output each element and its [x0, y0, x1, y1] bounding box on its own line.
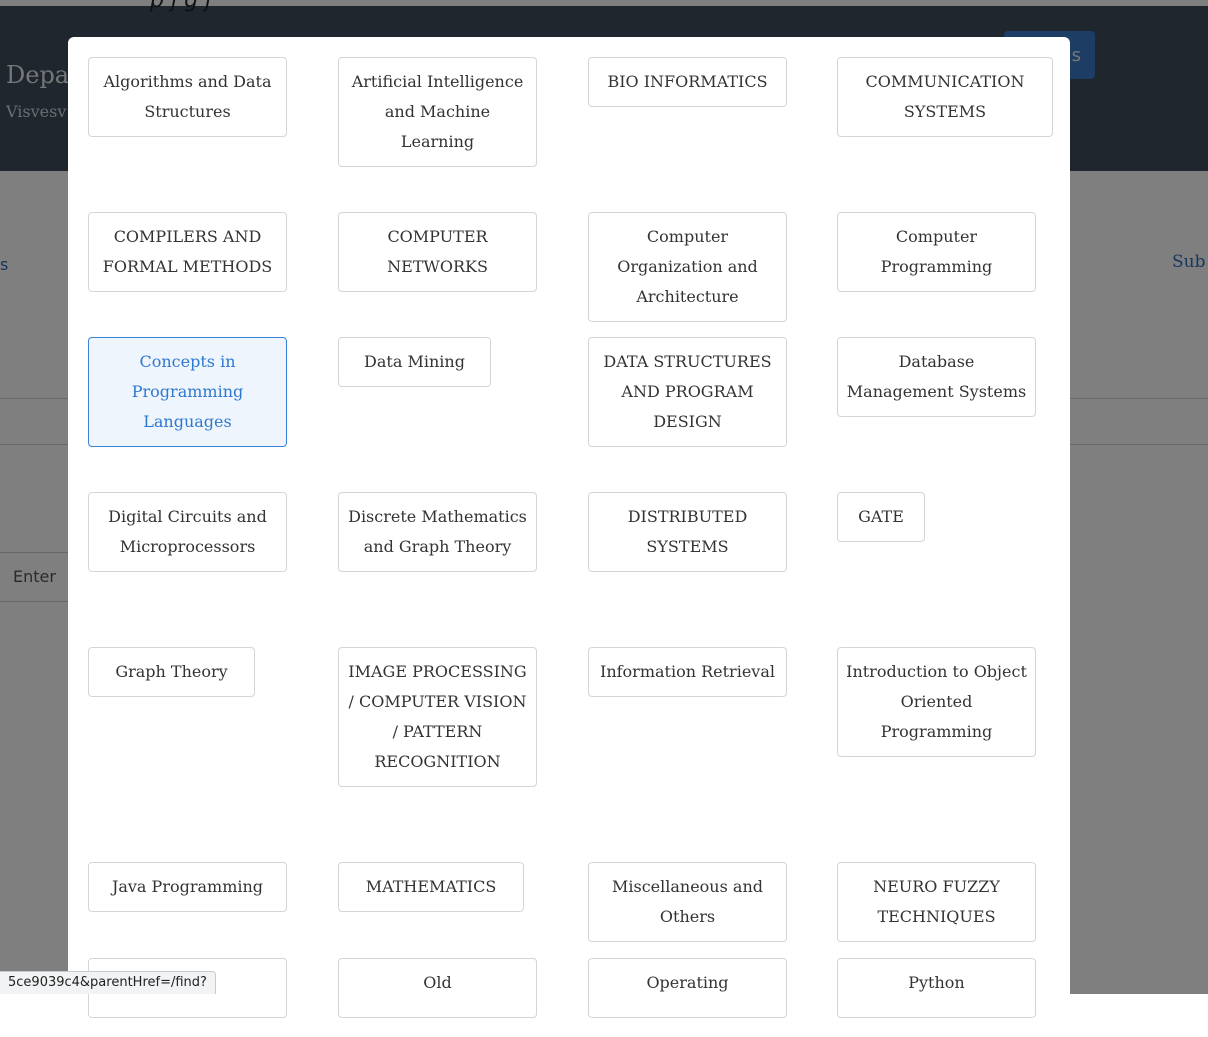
subject-tag[interactable]: Concepts in Programming Languages — [88, 337, 287, 447]
subject-tag[interactable]: Digital Circuits and Microprocessors — [88, 492, 287, 572]
subject-tag[interactable]: NEURO FUZZY TECHNIQUES — [837, 862, 1036, 942]
subject-tag[interactable]: Database Management Systems — [837, 337, 1036, 417]
subject-tag[interactable]: COMPILERS AND FORMAL METHODS — [88, 212, 287, 292]
subject-tag[interactable]: Graph Theory — [88, 647, 255, 697]
subject-tag[interactable]: Artificial Intelligence and Machine Lear… — [338, 57, 537, 167]
subject-tag[interactable]: Computer Organization and Architecture — [588, 212, 787, 322]
subject-tag[interactable]: MATHEMATICS — [338, 862, 524, 912]
subject-tag[interactable]: Old — [338, 958, 537, 1018]
subject-tag[interactable]: GATE — [837, 492, 925, 542]
subject-tag[interactable]: Information Retrieval — [588, 647, 787, 697]
subject-tag[interactable]: Data Mining — [338, 337, 491, 387]
subject-tag[interactable]: Miscellaneous and Others — [588, 862, 787, 942]
subject-tag[interactable]: Algorithms and Data Structures — [88, 57, 287, 137]
subject-tag[interactable]: Computer Programming — [837, 212, 1036, 292]
subject-tag[interactable]: DISTRIBUTED SYSTEMS — [588, 492, 787, 572]
subject-tag[interactable]: BIO INFORMATICS — [588, 57, 787, 107]
subject-tag[interactable]: Discrete Mathematics and Graph Theory — [338, 492, 537, 572]
subject-tag[interactable]: IMAGE PROCESSING / COMPUTER VISION / PAT… — [338, 647, 537, 787]
subject-tag[interactable]: Java Programming — [88, 862, 287, 912]
subject-tag[interactable]: Python — [837, 958, 1036, 1018]
subject-tag[interactable]: Introduction to Object Oriented Programm… — [837, 647, 1036, 757]
subject-tag[interactable]: Operating — [588, 958, 787, 1018]
subject-tag[interactable]: DATA STRUCTURES AND PROGRAM DESIGN — [588, 337, 787, 447]
subject-tag[interactable]: COMPUTER NETWORKS — [338, 212, 537, 292]
subject-tag[interactable]: COMMUNICATION SYSTEMS — [837, 57, 1053, 137]
status-bar-url: 5ce9039c4&parentHref=/find? — [0, 971, 216, 994]
subject-modal: Algorithms and Data Structures Artificial… — [68, 37, 1070, 1037]
